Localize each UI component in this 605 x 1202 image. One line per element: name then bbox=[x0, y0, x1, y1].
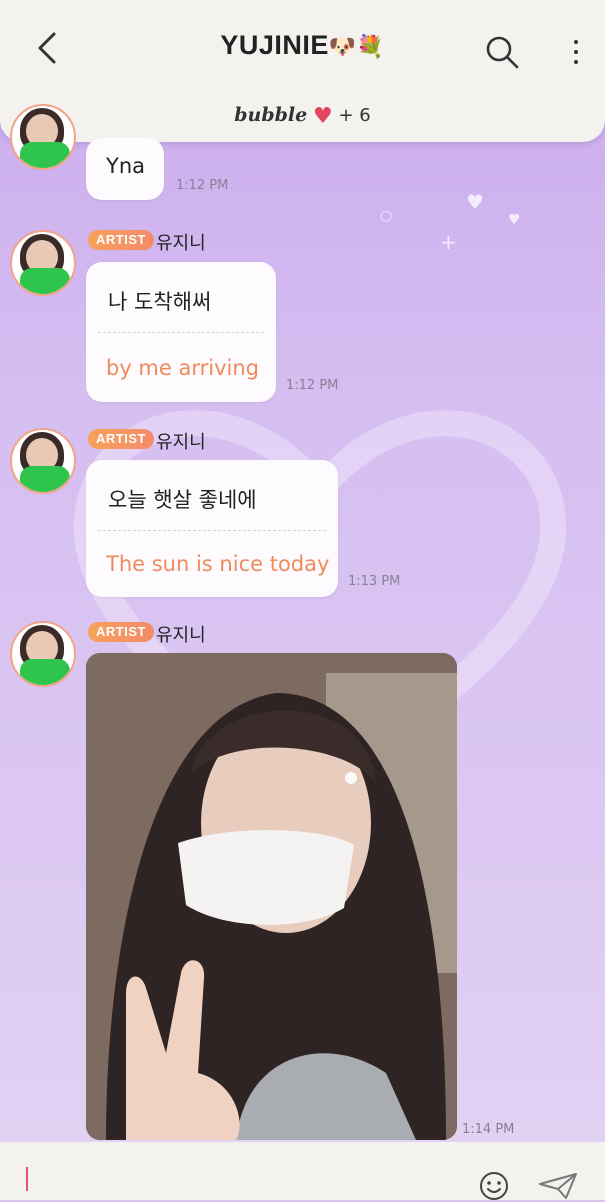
photo-message[interactable] bbox=[86, 653, 457, 1140]
avatar[interactable] bbox=[10, 230, 76, 296]
translation-divider bbox=[98, 530, 326, 531]
artist-badge: ARTIST bbox=[88, 429, 154, 449]
message-time: 1:12 PM bbox=[176, 178, 229, 193]
translation-text: The sun is nice today bbox=[106, 552, 330, 576]
translation-divider bbox=[98, 332, 264, 333]
more-vertical-icon[interactable] bbox=[566, 34, 586, 70]
sparkle-icon: ♥ bbox=[466, 190, 484, 214]
message-time: 1:12 PM bbox=[286, 378, 339, 393]
text-cursor[interactable] bbox=[26, 1167, 28, 1191]
message-bubble: 나 도착해써 by me arriving bbox=[86, 262, 276, 402]
sender-name: 유지니 bbox=[156, 625, 206, 646]
message-time: 1:13 PM bbox=[348, 574, 401, 589]
avatar[interactable] bbox=[10, 428, 76, 494]
sparkle-icon: + bbox=[440, 230, 457, 254]
heart-icon: ♥ bbox=[312, 104, 333, 129]
subscription-count: + 6 bbox=[338, 105, 371, 126]
artist-badge: ARTIST bbox=[88, 230, 154, 250]
message-composer[interactable] bbox=[0, 1142, 605, 1200]
translation-text: by me arriving bbox=[106, 356, 259, 380]
paper-plane-icon[interactable] bbox=[538, 1172, 578, 1200]
message-time: 1:14 PM bbox=[462, 1122, 515, 1137]
subscription-info[interactable]: bubble ♥ + 6 bbox=[0, 104, 605, 129]
sparkle-icon: ○ bbox=[380, 208, 393, 224]
avatar[interactable] bbox=[10, 104, 76, 170]
sender-name: 유지니 bbox=[156, 432, 206, 453]
avatar[interactable] bbox=[10, 621, 76, 687]
search-icon[interactable] bbox=[484, 34, 520, 70]
title-text: YUJINIE bbox=[220, 30, 329, 60]
message-text: 오늘 햇살 좋네에 bbox=[108, 488, 257, 512]
sender-name: 유지니 bbox=[156, 233, 206, 254]
message-text: 나 도착해써 bbox=[108, 290, 212, 314]
sparkle-icon: ♥ bbox=[508, 212, 521, 228]
selfie-photo bbox=[86, 653, 457, 1140]
chat-header: YUJINIE🐶💐 bubble ♥ + 6 bbox=[0, 0, 605, 142]
title-emoji: 🐶💐 bbox=[328, 34, 385, 59]
message-text: Yna bbox=[106, 154, 146, 178]
bubble-brand: bubble bbox=[234, 104, 308, 126]
message-bubble: Yna bbox=[86, 138, 164, 200]
smiley-icon[interactable] bbox=[478, 1170, 510, 1202]
artist-badge: ARTIST bbox=[88, 622, 154, 642]
message-bubble: 오늘 햇살 좋네에 The sun is nice today bbox=[86, 460, 338, 597]
